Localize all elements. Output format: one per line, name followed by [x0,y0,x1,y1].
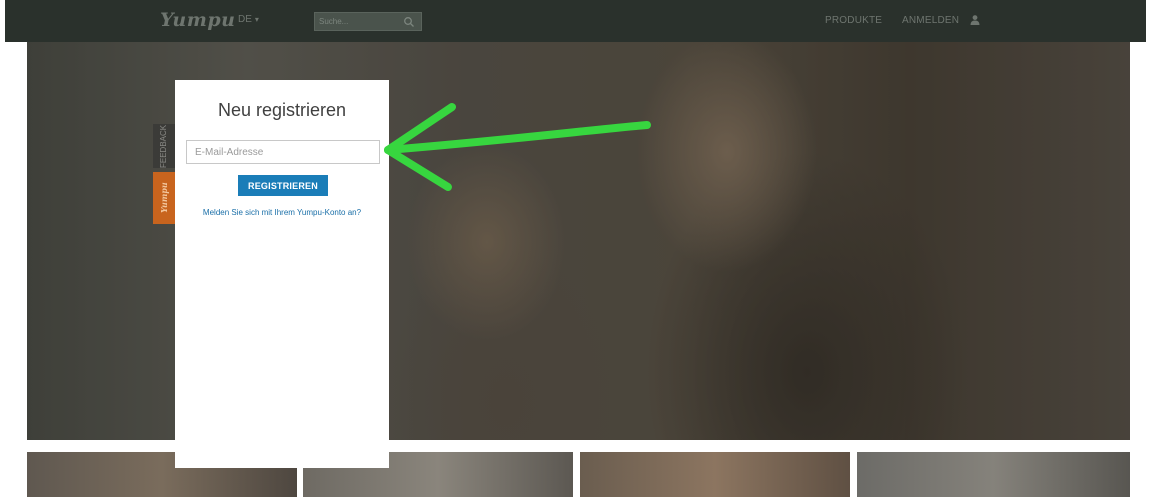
modal-title: Neu registrieren [217,100,347,120]
feedback-tab[interactable]: FEEDBACK [153,124,175,168]
top-navigation-bar: Yumpu DE ▾ Suche... PRODUKTE ANMELDEN [5,0,1146,42]
nav-produkte[interactable]: PRODUKTE [825,15,882,26]
language-label: DE [238,14,252,25]
yumpu-tab[interactable]: Yumpu [153,172,175,224]
email-field[interactable] [186,140,380,164]
login-link[interactable]: Melden Sie sich mit Ihrem Yumpu-Konto an… [175,208,389,217]
yumpu-logo[interactable]: Yumpu [160,9,235,31]
user-icon[interactable] [969,14,981,26]
language-selector[interactable]: DE ▾ [238,14,259,25]
registration-modal: Neu registrieren REGISTRIEREN Melden Sie… [175,80,389,468]
search-box[interactable]: Suche... [314,12,422,31]
search-icon[interactable] [403,16,415,28]
thumbnail-4[interactable] [857,452,1130,497]
chevron-down-icon: ▾ [254,15,259,24]
register-button[interactable]: REGISTRIEREN [238,175,328,196]
nav-anmelden[interactable]: ANMELDEN [902,15,959,26]
green-arrow-annotation [384,103,651,191]
thumbnail-3[interactable] [580,452,850,497]
search-placeholder: Suche... [319,17,349,26]
